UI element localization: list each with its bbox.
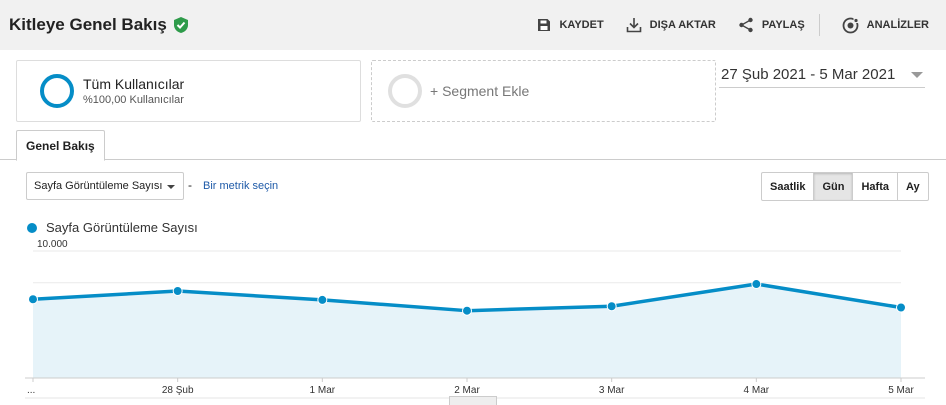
x-tick-label: 28 Şub <box>162 385 194 396</box>
x-tick-label: 5 Mar <box>888 385 914 396</box>
data-point <box>317 294 328 305</box>
x-tick-label: 1 Mar <box>310 385 336 396</box>
share-icon <box>739 17 753 33</box>
x-tick-label: 3 Mar <box>599 385 625 396</box>
data-point <box>462 305 472 316</box>
chart-resize-handle[interactable] <box>449 396 497 405</box>
report-content: Tüm Kullanıcılar %100,00 Kullanıcılar + … <box>0 50 946 405</box>
x-tick-label: 2 Mar <box>454 385 480 396</box>
save-icon <box>538 19 551 31</box>
x-tick-label: ... <box>27 385 35 396</box>
download-icon <box>626 18 641 33</box>
header-actions: KAYDET DIŞA AKTAR PAYLAŞ ANALİZLER <box>515 0 929 50</box>
share-button[interactable]: PAYLAŞ <box>738 17 805 33</box>
y-tick-label: 10.000 <box>37 239 68 250</box>
data-point <box>896 302 906 313</box>
data-point <box>172 286 183 297</box>
share-label: PAYLAŞ <box>761 19 805 31</box>
verified-shield-icon <box>173 17 188 33</box>
data-point <box>606 301 617 312</box>
save-button[interactable]: KAYDET <box>537 18 604 32</box>
insights-button[interactable]: ANALİZLER <box>842 17 929 34</box>
export-label: DIŞA AKTAR <box>649 19 716 31</box>
export-button[interactable]: DIŞA AKTAR <box>626 17 716 33</box>
insights-icon <box>842 17 859 33</box>
series-area <box>33 284 901 378</box>
page-title: Kitleye Genel Bakış <box>9 15 189 35</box>
data-point <box>751 279 762 290</box>
insights-label: ANALİZLER <box>866 19 929 31</box>
page-header: Kitleye Genel Bakış KAYDET DIŞA AKTAR PA… <box>0 0 946 50</box>
header-divider <box>818 14 820 36</box>
x-tick-label: 4 Mar <box>744 385 770 396</box>
save-label: KAYDET <box>559 19 604 31</box>
pageviews-chart: 10.0005.000...28 Şub1 Mar2 Mar3 Mar4 Mar… <box>25 239 925 399</box>
data-point <box>28 294 38 305</box>
page-title-text: Kitleye Genel Bakış <box>9 15 167 34</box>
